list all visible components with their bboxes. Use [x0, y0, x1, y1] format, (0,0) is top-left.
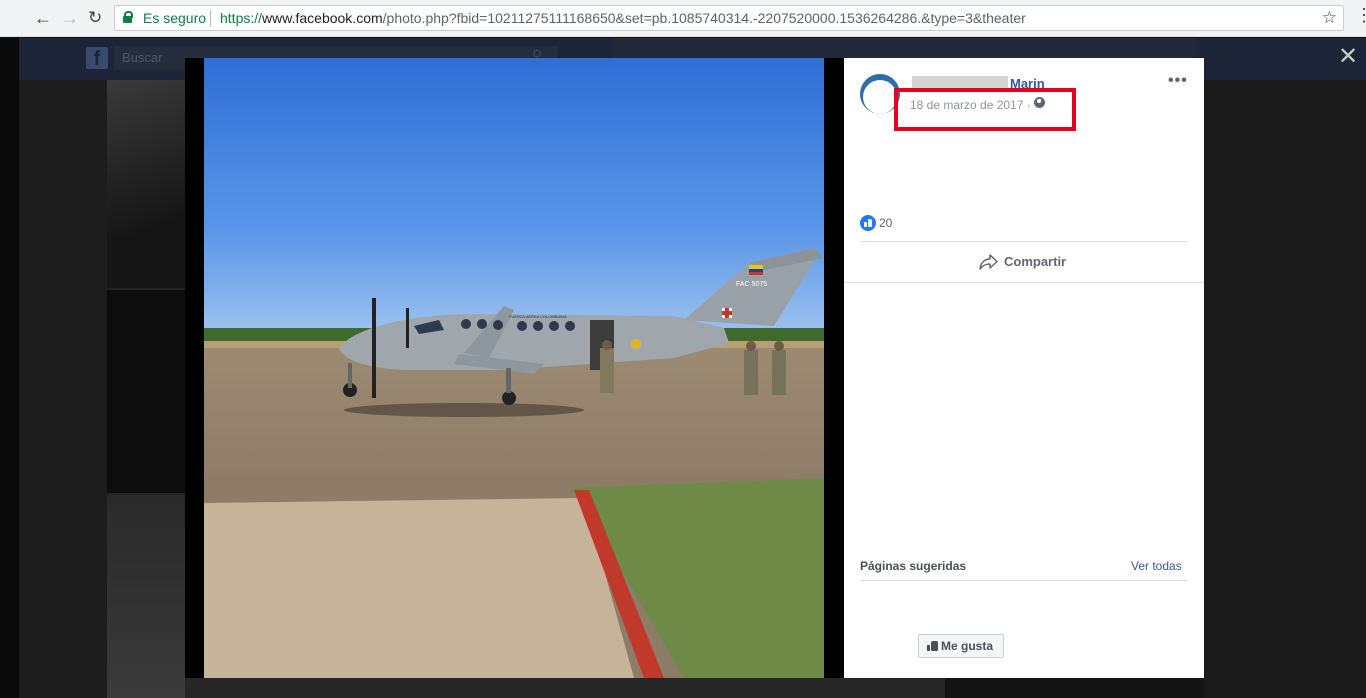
share-icon [979, 254, 998, 270]
see-all-link[interactable]: Ver todas [1131, 559, 1182, 573]
url-text[interactable]: https://www.facebook.com/photo.php?fbid=… [220, 10, 1026, 26]
url-scheme: https:// [220, 10, 263, 26]
url-host: www.facebook.com [262, 10, 383, 26]
forward-arrow-icon[interactable]: → [61, 7, 79, 29]
more-options-icon[interactable]: ••• [1168, 72, 1188, 90]
divider [860, 580, 1188, 581]
page-edge [0, 38, 19, 698]
like-count[interactable]: 20 [879, 216, 892, 230]
airplane-photo[interactable]: FAC 5075 FUERZA AEREA COLOMBIANA [204, 58, 824, 678]
background-photo-thumbnail [107, 290, 185, 493]
close-icon[interactable]: ✕ [1338, 45, 1358, 69]
browser-menu-icon[interactable]: ⋮ [1355, 5, 1366, 25]
url-separator [210, 10, 211, 27]
share-button[interactable]: Compartir [860, 244, 1188, 278]
airplane-photo-svg: FAC 5075 FUERZA AEREA COLOMBIANA [204, 58, 824, 678]
aircraft-registration: FAC 5075 [736, 281, 767, 288]
background-photo-thumbnail [107, 80, 185, 288]
back-arrow-icon[interactable]: ← [34, 7, 52, 29]
suggested-pages-title: Páginas sugeridas [860, 559, 967, 573]
facebook-logo[interactable]: f [86, 47, 108, 70]
date-highlight-box [894, 88, 1076, 131]
thumbs-up-icon [927, 641, 938, 651]
divider [844, 282, 1204, 283]
browser-toolbar: ← → ↻ Es seguro https://www.facebook.com… [0, 0, 1366, 37]
url-path: /photo.php?fbid=10211275111168650&set=pb… [382, 10, 1026, 26]
background-photo-thumbnail [107, 495, 185, 698]
secure-label: Es seguro [143, 10, 207, 26]
background-right-area [1204, 80, 1366, 698]
bookmark-star-icon[interactable]: ☆ [1322, 8, 1337, 28]
post-info-panel: Marin 18 de marzo de 2017 · ••• 20 Compa… [844, 58, 1204, 678]
aircraft-side-text: FUERZA AEREA COLOMBIANA [509, 314, 567, 319]
like-page-button[interactable]: Me gusta [918, 634, 1004, 658]
reload-icon[interactable]: ↻ [88, 7, 102, 29]
address-bar[interactable]: Es seguro https://www.facebook.com/photo… [114, 5, 1344, 31]
like-page-label: Me gusta [941, 639, 994, 653]
share-label: Compartir [1004, 254, 1067, 269]
background-column [19, 80, 107, 698]
redacted-name [912, 76, 1008, 88]
like-reaction-icon[interactable] [860, 215, 876, 231]
divider [860, 241, 1188, 242]
background-photo-strip [185, 678, 945, 698]
lock-icon [123, 11, 133, 23]
